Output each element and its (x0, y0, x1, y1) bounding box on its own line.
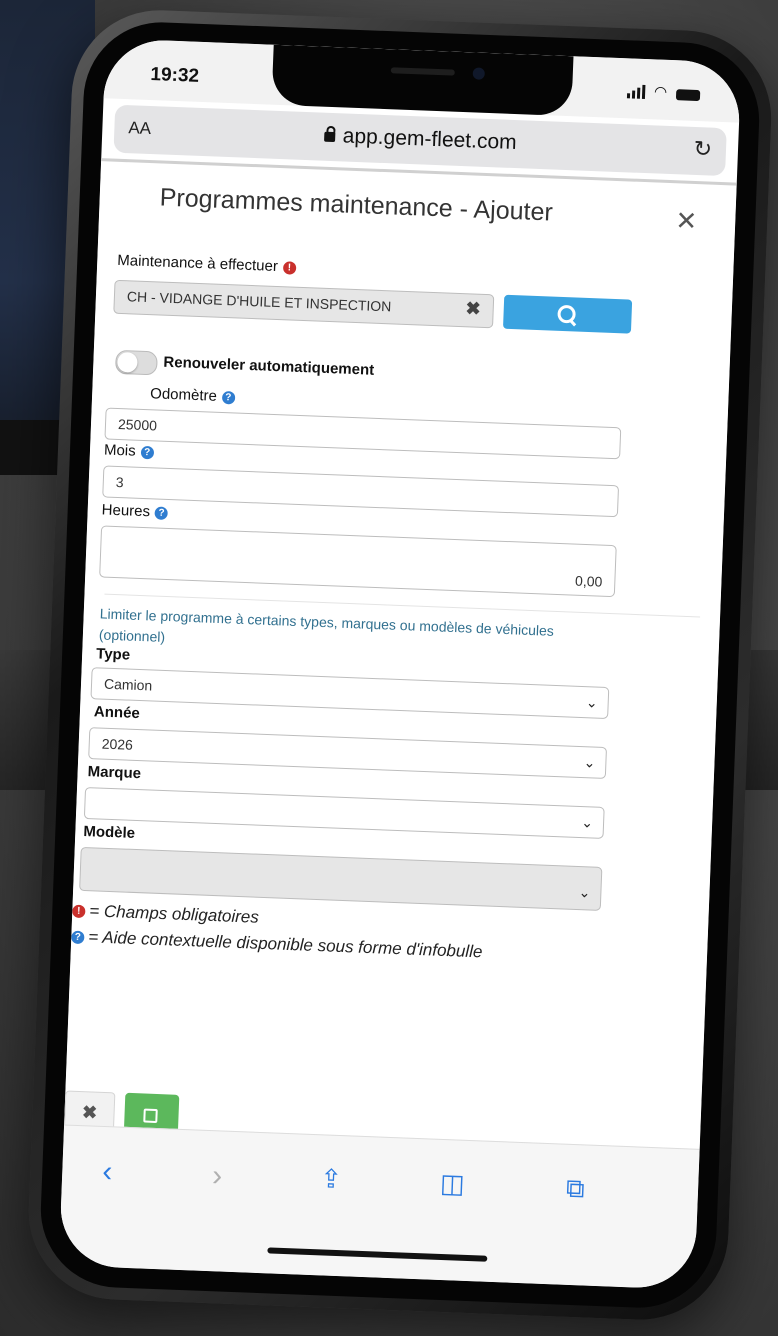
chevron-down-icon: ⌄ (585, 694, 599, 711)
modal-title: Programmes maintenance - Ajouter (159, 183, 554, 227)
type-value: Camion (103, 675, 153, 694)
type-select[interactable]: Camion ⌄ (90, 667, 610, 720)
front-camera (472, 67, 485, 80)
forward-icon[interactable]: › (212, 1159, 223, 1193)
months-label: Mois? (104, 441, 154, 460)
home-indicator (267, 1247, 488, 1262)
maintenance-value: CH - VIDANGE D'HUILE ET INSPECTION (126, 288, 392, 315)
browser-toolbar: ‹ › ⇪ ◫ ⧉ (58, 1124, 700, 1290)
search-button[interactable] (502, 294, 633, 334)
brand-select[interactable]: ⌄ (83, 787, 605, 839)
close-icon[interactable]: ✕ (675, 205, 698, 237)
signal-icon (626, 84, 646, 99)
legend-required-text: = Champs obligatoires (88, 901, 260, 927)
legend-help: ? = Aide contextuelle disponible sous for… (71, 927, 483, 963)
odometer-label: Odomètre? (149, 385, 236, 405)
bookmarks-icon[interactable]: ◫ (440, 1168, 466, 1200)
url-display[interactable]: app.gem-fleet.com (114, 116, 726, 163)
lock-icon (323, 131, 335, 143)
required-icon: ! (282, 260, 297, 275)
speaker (390, 67, 455, 76)
phone-screen: 19:32 ◠ AA app.gem-fleet.com ↻ Programme… (58, 38, 742, 1290)
months-label-text: Mois (103, 441, 137, 460)
model-label: Modèle (83, 822, 136, 842)
reload-icon[interactable]: ↻ (693, 136, 712, 163)
help-icon[interactable]: ? (154, 506, 169, 520)
help-icon[interactable]: ? (221, 390, 236, 404)
type-label: Type (95, 645, 131, 664)
close-icon: ✖ (81, 1102, 98, 1123)
chevron-down-icon: ⌄ (578, 884, 591, 901)
wifi-icon: ◠ (653, 83, 668, 101)
chevron-down-icon: ⌄ (583, 754, 596, 771)
tabs-icon[interactable]: ⧉ (565, 1173, 585, 1206)
back-icon[interactable]: ‹ (102, 1155, 113, 1189)
modal: Programmes maintenance - Ajouter ✕ Maint… (63, 158, 737, 1150)
brand-label: Marque (87, 763, 142, 783)
chevron-down-icon: ⌄ (581, 814, 594, 831)
legend-required: ! = Champs obligatoires (72, 901, 259, 928)
search-icon (557, 304, 576, 324)
months-input[interactable]: 3 (102, 465, 620, 518)
odometer-label-text: Odomètre (149, 385, 218, 405)
battery-icon (675, 89, 701, 102)
status-time: 19:32 (150, 63, 200, 87)
required-icon: ! (72, 904, 86, 919)
legend-help-text: = Aide contextuelle disponible sous form… (87, 927, 483, 962)
help-icon[interactable]: ? (140, 445, 154, 459)
auto-renew-toggle[interactable] (114, 349, 158, 376)
year-select[interactable]: 2026 ⌄ (88, 727, 608, 779)
maintenance-label: Maintenance à effectuer! (116, 251, 297, 276)
hours-label-text: Heures (101, 501, 151, 521)
hours-label: Heures? (101, 501, 169, 521)
hours-input[interactable]: 0,00 (99, 525, 617, 598)
share-icon[interactable]: ⇪ (320, 1163, 343, 1195)
model-select[interactable]: ⌄ (79, 846, 603, 911)
odometer-input[interactable]: 25000 (104, 407, 622, 460)
auto-renew-label: Renouveler automatiquement (163, 353, 375, 379)
phone: 19:32 ◠ AA app.gem-fleet.com ↻ Programme… (25, 7, 775, 1323)
url-text: app.gem-fleet.com (342, 124, 518, 155)
floppy-disk-icon (143, 1108, 158, 1124)
notch (271, 44, 574, 117)
status-icons: ◠ (626, 83, 701, 102)
year-value: 2026 (101, 735, 134, 753)
year-label: Année (93, 703, 141, 723)
clear-icon[interactable]: ✖ (465, 298, 481, 320)
maintenance-label-text: Maintenance à effectuer (116, 251, 279, 276)
maintenance-field[interactable]: CH - VIDANGE D'HUILE ET INSPECTION ✖ (113, 279, 495, 329)
limit-text: Limiter le programme à certains types, m… (98, 605, 555, 645)
help-icon: ? (71, 930, 85, 945)
